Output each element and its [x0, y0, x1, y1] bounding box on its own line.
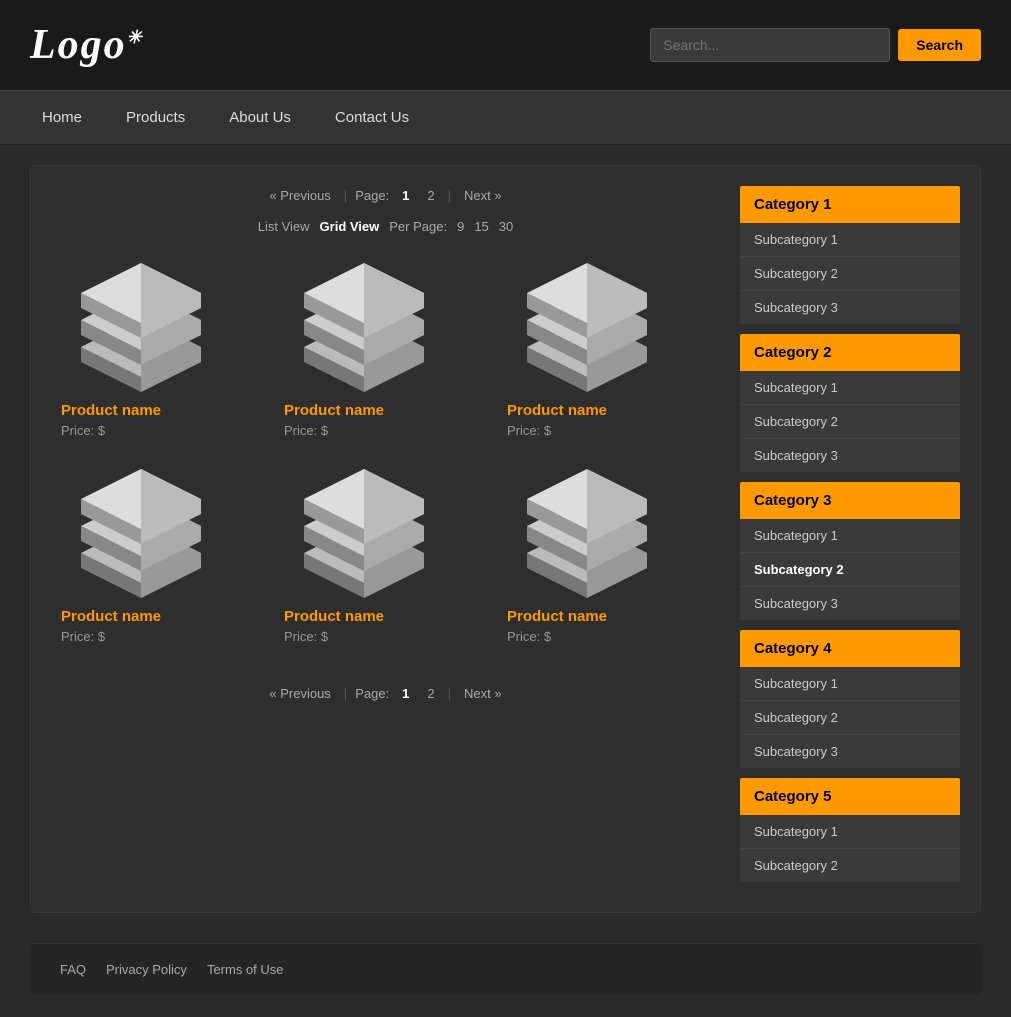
product-image-6 — [507, 468, 667, 608]
category-1-header[interactable]: Category 1 — [740, 186, 960, 223]
footer-links: FAQ Privacy Policy Terms of Use — [60, 962, 951, 977]
product-price-6: Price: $ — [507, 629, 551, 644]
main-wrap: « Previous | Page: 1 2 | Next » List Vie… — [0, 145, 1011, 933]
view-options: List View Grid View Per Page: 9 15 30 — [51, 219, 720, 234]
nav-about[interactable]: About Us — [207, 90, 313, 145]
cat3-subcat-1[interactable]: Subcategory 1 — [740, 519, 960, 553]
page-2-bottom[interactable]: 2 — [422, 684, 439, 703]
cat1-subcat-1[interactable]: Subcategory 1 — [740, 223, 960, 257]
page-label-top: Page: — [355, 188, 389, 203]
cat2-subcat-1[interactable]: Subcategory 1 — [740, 371, 960, 405]
product-name-3: Product name — [507, 402, 607, 419]
cat4-subcat-3[interactable]: Subcategory 3 — [740, 735, 960, 768]
product-image-3 — [507, 262, 667, 402]
page-label-bottom: Page: — [355, 686, 389, 701]
product-name-1: Product name — [61, 402, 161, 419]
cat2-subcat-3[interactable]: Subcategory 3 — [740, 439, 960, 472]
product-image-4 — [61, 468, 221, 608]
grid-view-btn[interactable]: Grid View — [320, 219, 380, 234]
product-image-1 — [61, 262, 221, 402]
cat1-subcat-2[interactable]: Subcategory 2 — [740, 257, 960, 291]
product-cell-6: Product name Price: $ — [497, 458, 720, 664]
product-price-1: Price: $ — [61, 423, 105, 438]
prev-page-bottom[interactable]: « Previous — [264, 684, 335, 703]
cat1-subcat-3[interactable]: Subcategory 3 — [740, 291, 960, 324]
products-area: « Previous | Page: 1 2 | Next » List Vie… — [51, 186, 720, 892]
footer: FAQ Privacy Policy Terms of Use — [30, 943, 981, 995]
product-cell-1: Product name Price: $ — [51, 252, 274, 458]
product-price-3: Price: $ — [507, 423, 551, 438]
category-5-body: Subcategory 1 Subcategory 2 — [740, 815, 960, 882]
product-grid: Product name Price: $ — [51, 252, 720, 664]
category-3-header[interactable]: Category 3 — [740, 482, 960, 519]
per-page-label: Per Page: — [389, 219, 447, 234]
category-4: Category 4 Subcategory 1 Subcategory 2 S… — [740, 630, 960, 768]
product-price-2: Price: $ — [284, 423, 328, 438]
search-area: Search — [650, 28, 981, 62]
cat3-subcat-3[interactable]: Subcategory 3 — [740, 587, 960, 620]
category-2-body: Subcategory 1 Subcategory 2 Subcategory … — [740, 371, 960, 472]
next-page-top[interactable]: Next » — [459, 186, 507, 205]
product-cell-4: Product name Price: $ — [51, 458, 274, 664]
main-content: « Previous | Page: 1 2 | Next » List Vie… — [30, 165, 981, 913]
per-page-9[interactable]: 9 — [457, 219, 464, 234]
search-button[interactable]: Search — [898, 29, 981, 61]
page-1-bottom[interactable]: 1 — [397, 684, 414, 703]
product-name-6: Product name — [507, 608, 607, 625]
page-1-top[interactable]: 1 — [397, 186, 414, 205]
category-4-body: Subcategory 1 Subcategory 2 Subcategory … — [740, 667, 960, 768]
category-5-header[interactable]: Category 5 — [740, 778, 960, 815]
header: Logo✳ Search — [0, 0, 1011, 90]
cat3-subcat-2[interactable]: Subcategory 2 — [740, 553, 960, 587]
product-cell-3: Product name Price: $ — [497, 252, 720, 458]
cat2-subcat-2[interactable]: Subcategory 2 — [740, 405, 960, 439]
category-5: Category 5 Subcategory 1 Subcategory 2 — [740, 778, 960, 882]
category-2: Category 2 Subcategory 1 Subcategory 2 S… — [740, 334, 960, 472]
product-name-5: Product name — [284, 608, 384, 625]
per-page-30[interactable]: 30 — [499, 219, 513, 234]
logo-text: Logo — [30, 22, 127, 68]
category-3: Category 3 Subcategory 1 Subcategory 2 S… — [740, 482, 960, 620]
nav-products[interactable]: Products — [104, 90, 207, 145]
logo: Logo✳ — [30, 21, 144, 69]
nav: Home Products About Us Contact Us — [0, 90, 1011, 145]
product-name-4: Product name — [61, 608, 161, 625]
product-cell-5: Product name Price: $ — [274, 458, 497, 664]
product-image-5 — [284, 468, 444, 608]
nav-home[interactable]: Home — [20, 90, 104, 145]
footer-privacy[interactable]: Privacy Policy — [106, 962, 187, 977]
per-page-15[interactable]: 15 — [474, 219, 488, 234]
product-name-2: Product name — [284, 402, 384, 419]
logo-star: ✳ — [127, 27, 144, 47]
pagination-top: « Previous | Page: 1 2 | Next » — [51, 186, 720, 205]
cat5-subcat-1[interactable]: Subcategory 1 — [740, 815, 960, 849]
footer-terms[interactable]: Terms of Use — [207, 962, 284, 977]
product-price-5: Price: $ — [284, 629, 328, 644]
sidebar: Category 1 Subcategory 1 Subcategory 2 S… — [740, 186, 960, 892]
footer-faq[interactable]: FAQ — [60, 962, 86, 977]
pagination-bottom: « Previous | Page: 1 2 | Next » — [51, 684, 720, 703]
category-4-header[interactable]: Category 4 — [740, 630, 960, 667]
category-1: Category 1 Subcategory 1 Subcategory 2 S… — [740, 186, 960, 324]
product-image-2 — [284, 262, 444, 402]
nav-contact[interactable]: Contact Us — [313, 90, 431, 145]
product-cell-2: Product name Price: $ — [274, 252, 497, 458]
cat5-subcat-2[interactable]: Subcategory 2 — [740, 849, 960, 882]
product-price-4: Price: $ — [61, 629, 105, 644]
category-1-body: Subcategory 1 Subcategory 2 Subcategory … — [740, 223, 960, 324]
cat4-subcat-1[interactable]: Subcategory 1 — [740, 667, 960, 701]
category-3-body: Subcategory 1 Subcategory 2 Subcategory … — [740, 519, 960, 620]
search-input[interactable] — [650, 28, 890, 62]
prev-page-top[interactable]: « Previous — [264, 186, 335, 205]
category-2-header[interactable]: Category 2 — [740, 334, 960, 371]
page-2-top[interactable]: 2 — [422, 186, 439, 205]
list-view-btn[interactable]: List View — [258, 219, 310, 234]
cat4-subcat-2[interactable]: Subcategory 2 — [740, 701, 960, 735]
next-page-bottom[interactable]: Next » — [459, 684, 507, 703]
